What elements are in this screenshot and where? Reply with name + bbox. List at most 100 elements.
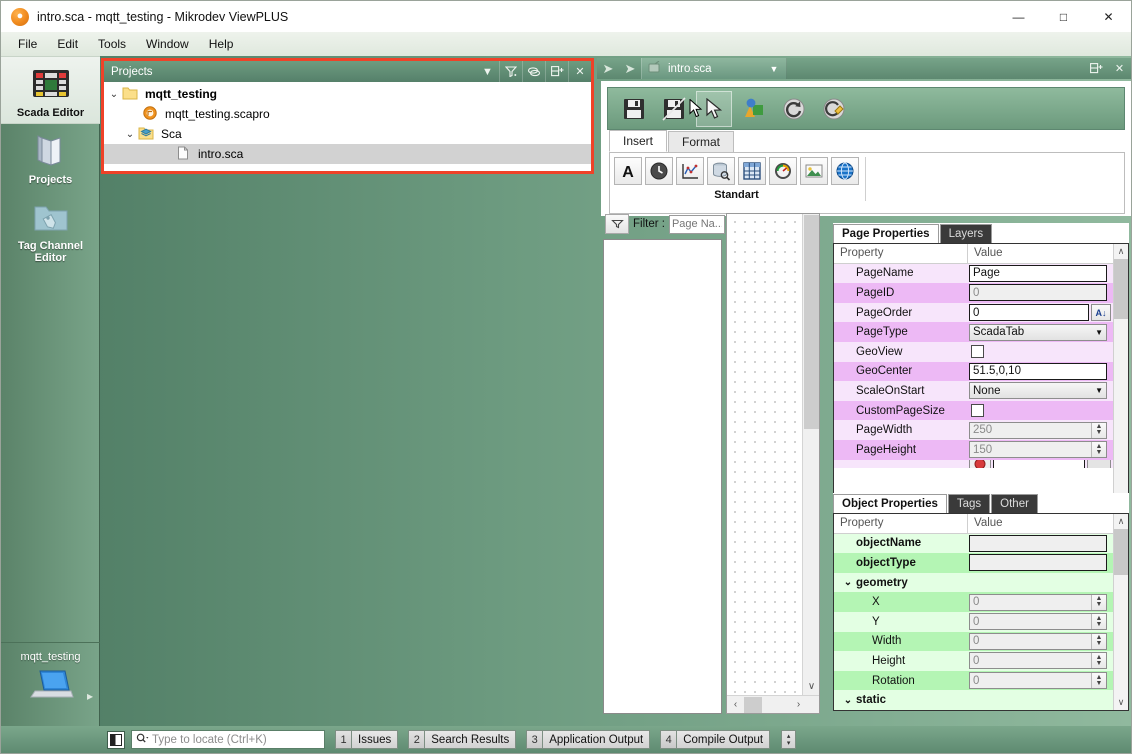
close-button[interactable]: ✕ [1086,1,1131,32]
object-properties-scrollbar[interactable]: ∧ ∨ [1113,514,1128,710]
insert-text-button[interactable]: A [614,157,642,185]
canvas-dot-grid[interactable] [727,214,803,695]
menu-tools[interactable]: Tools [89,34,135,54]
stepper-arrows-icon[interactable]: ▲ ▼ [1091,653,1106,669]
obj-row-static[interactable]: ⌄ static [834,690,1128,710]
color-swatch-icon[interactable] [969,459,991,468]
prop-row-pagename[interactable]: PageName Page [834,263,1128,284]
prop-row-pageid[interactable]: PageID 0 [834,283,1128,303]
tree-item-mqtt-testing-scapro[interactable]: mqtt_testing.scapro [104,104,591,124]
prop-row-pagetype[interactable]: PageType ScadaTab ▼ [834,322,1128,342]
chevron-down-icon[interactable]: ▼ [769,64,778,74]
clean-button[interactable] [816,91,852,127]
obj-row-height[interactable]: Height 0 ▲ ▼ [834,651,1128,671]
canvas-vertical-scrollbar[interactable]: ∨ [802,214,819,695]
obj-row-objecttype[interactable]: objectType [834,553,1128,573]
search-input[interactable]: Type to locate (Ctrl+K) [131,730,325,749]
new-window-icon[interactable] [545,61,568,82]
status-item-application-output[interactable]: 3 Application Output [526,730,651,749]
save-button[interactable] [616,91,652,127]
save-all-button[interactable] [656,91,692,127]
stepper-arrows-icon[interactable]: ▲ ▼ [1091,422,1106,438]
canvas-scroll-down-icon[interactable]: ∨ [803,678,820,695]
scroll-up-icon[interactable]: ∧ [1114,244,1128,259]
editor-tab-intro-sca[interactable]: intro.sca ▼ [641,58,788,79]
y-stepper[interactable]: 0 ▲ ▼ [969,613,1107,631]
geocenter-input[interactable]: 51.5,0,10 [969,362,1107,380]
scroll-thumb[interactable] [1114,529,1128,575]
height-stepper[interactable]: 0 ▲ ▼ [969,652,1107,670]
insert-gauge-button[interactable] [769,157,797,185]
tab-insert[interactable]: Insert [609,130,668,152]
scroll-down-icon[interactable]: ∨ [1114,695,1128,710]
objecttype-input[interactable] [969,554,1107,572]
close-icon[interactable]: ✕ [1108,58,1131,79]
spinner-down[interactable]: ▾ [787,740,791,747]
rotation-stepper[interactable]: 0 ▲ ▼ [969,672,1107,690]
prop-row-geocenter[interactable]: GeoCenter 51.5,0,10 [834,361,1128,382]
tree-item-mqtt-testing[interactable]: ⌄ mqtt_testing [104,84,591,104]
sidebar-active-project[interactable]: mqtt_testing ▸ [1,642,100,726]
filter-funnel-icon[interactable] [605,214,629,234]
sort-az-icon[interactable]: A↓ [1091,304,1111,322]
status-item-compile-output[interactable]: 4 Compile Output [660,730,771,749]
page-properties-scrollbar[interactable]: ∧ ∨ [1113,244,1128,504]
obj-row-rotation[interactable]: Rotation 0 ▲ ▼ [834,670,1128,691]
prop-row-scaleonstart[interactable]: ScaleOnStart None ▼ [834,381,1128,401]
insert-table-button[interactable] [738,157,766,185]
status-item-issues[interactable]: 1 Issues [335,730,399,749]
prop-row-pageheight[interactable]: PageHeight 150 ▲ ▼ [834,439,1128,460]
prop-row-pagewidth[interactable]: PageWidth 250 ▲ ▼ [834,420,1128,440]
link-icon[interactable] [522,61,545,82]
sidebar-expand-arrow[interactable]: ▸ [87,689,93,703]
stepper-arrows-icon[interactable]: ▲ ▼ [1091,633,1106,649]
tab-other[interactable]: Other [991,494,1038,513]
refresh-button[interactable] [776,91,812,127]
canvas-scroll-right-icon[interactable]: › [790,699,807,710]
new-window-icon[interactable] [1085,58,1108,79]
prop-row-partial[interactable] [834,459,1128,468]
partial-browse-button[interactable] [1087,459,1111,468]
obj-row-geometry[interactable]: ⌄ geometry [834,572,1128,593]
tree-twisty[interactable]: ⌄ [122,129,138,140]
tab-layers[interactable]: Layers [939,224,993,243]
custompagesize-checkbox[interactable] [971,404,984,418]
shapes-button[interactable] [736,91,772,127]
status-item-search-results[interactable]: 2 Search Results [408,730,517,749]
canvas-horizontal-scrollbar[interactable]: ‹ › [727,695,819,713]
stepper-arrows-icon[interactable]: ▲ ▼ [1091,594,1106,610]
panel-toggle-icon[interactable] [107,730,125,749]
insert-clock-button[interactable] [645,157,673,185]
tree-twisty[interactable]: ⌄ [106,89,122,100]
pagetype-select[interactable]: ScadaTab ▼ [969,323,1107,341]
partial-color-input[interactable] [993,459,1085,468]
pageheight-stepper[interactable]: 150 ▲ ▼ [969,441,1107,459]
menu-help[interactable]: Help [200,34,243,54]
page-list[interactable] [603,239,722,714]
scada-canvas[interactable]: ∨ ‹ › [726,213,820,714]
canvas-scroll-left-icon[interactable]: ‹ [727,699,744,710]
prop-row-custompagesize[interactable]: CustomPageSize [834,400,1128,421]
sidebar-item-tag-channel-editor[interactable]: Tag Channel Editor [1,190,100,268]
canvas-vscroll-thumb[interactable] [804,215,819,429]
prop-row-geoview[interactable]: GeoView [834,341,1128,362]
sidebar-item-scada-editor[interactable]: Scada Editor [1,56,100,124]
status-spinner-icon[interactable]: ▴ ▾ [781,730,797,749]
group-twisty-icon[interactable]: ⌄ [840,695,856,706]
x-stepper[interactable]: 0 ▲ ▼ [969,593,1107,611]
scaleonstart-select[interactable]: None ▼ [969,382,1107,400]
menu-window[interactable]: Window [137,34,198,54]
obj-row-objectname[interactable]: objectName [834,533,1128,554]
menu-file[interactable]: File [9,34,46,54]
tab-page-properties[interactable]: Page Properties [833,224,939,243]
maximize-button[interactable]: □ [1041,1,1086,32]
tree-item-sca[interactable]: ⌄ Sca [104,124,591,144]
geoview-checkbox[interactable] [971,345,984,359]
stepper-arrows-icon[interactable]: ▲ ▼ [1091,442,1106,458]
tab-object-properties[interactable]: Object Properties [833,494,947,513]
pagename-input[interactable]: Page [969,264,1107,282]
prop-row-pageorder[interactable]: PageOrder 0 A↓ [834,302,1128,323]
chevron-down-icon[interactable]: ▼ [476,61,499,82]
sidebar-item-projects[interactable]: Projects [1,124,100,190]
pagewidth-stepper[interactable]: 250 ▲ ▼ [969,421,1107,439]
